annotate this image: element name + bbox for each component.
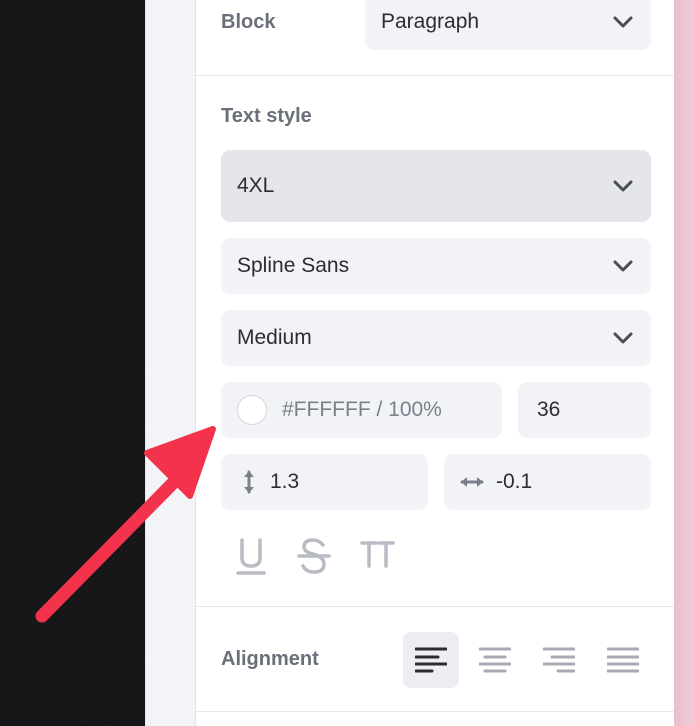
align-center-button[interactable] (467, 632, 523, 688)
font-family-select[interactable]: Spline Sans (221, 238, 651, 294)
vertical-arrows-icon (244, 470, 254, 494)
text-color-field[interactable]: #FFFFFF / 100% (221, 382, 502, 438)
section-divider (196, 606, 674, 607)
block-label: Block (221, 11, 276, 33)
canvas-edge (674, 0, 694, 726)
font-weight-select[interactable]: Medium (221, 310, 651, 366)
text-decoration-toggles (232, 536, 396, 576)
chevron-down-icon (613, 332, 633, 344)
chevron-down-icon (613, 180, 633, 192)
alignment-label: Alignment (221, 648, 319, 670)
text-size-value: 4XL (237, 174, 275, 197)
align-right-button[interactable] (531, 632, 587, 688)
section-divider (196, 711, 674, 712)
text-color-value: #FFFFFF / 100% (282, 398, 442, 421)
font-size-value: 36 (537, 398, 561, 421)
align-right-icon (543, 647, 575, 673)
letter-spacing-value: -0.1 (496, 470, 533, 493)
horizontal-arrows-icon (460, 477, 484, 487)
text-style-label: Text style (221, 105, 312, 127)
text-size-select[interactable]: 4XL (221, 150, 651, 222)
chevron-down-icon (613, 16, 633, 28)
font-size-input[interactable]: 36 (518, 382, 651, 438)
sidebar-gutter (145, 0, 196, 726)
block-select[interactable]: Paragraph (365, 0, 651, 50)
canvas-background (0, 0, 145, 726)
line-height-input[interactable]: 1.3 (221, 454, 428, 510)
section-divider (196, 75, 674, 76)
uppercase-icon[interactable] (358, 536, 396, 576)
align-center-icon (479, 647, 511, 673)
align-justify-button[interactable] (595, 632, 651, 688)
font-weight-value: Medium (237, 326, 312, 349)
properties-panel: Block Paragraph Text style 4XL Spline Sa… (195, 0, 675, 726)
strikethrough-icon[interactable] (295, 536, 333, 576)
chevron-down-icon (613, 260, 633, 272)
block-select-value: Paragraph (381, 10, 480, 33)
font-family-value: Spline Sans (237, 254, 350, 277)
color-swatch[interactable] (237, 395, 267, 425)
align-justify-icon (607, 647, 639, 673)
align-left-button[interactable] (403, 632, 459, 688)
letter-spacing-input[interactable]: -0.1 (444, 454, 651, 510)
underline-icon[interactable] (232, 536, 270, 576)
align-left-icon (415, 647, 447, 673)
line-height-value: 1.3 (270, 470, 300, 493)
